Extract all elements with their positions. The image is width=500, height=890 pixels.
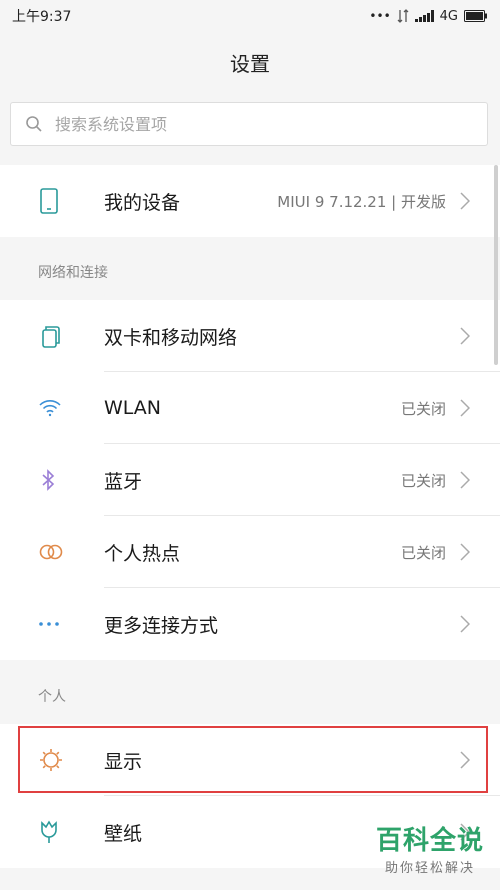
row-wlan[interactable]: WLAN 已关闭 [0, 372, 500, 444]
chevron-right-icon [460, 192, 470, 210]
row-label: WLAN [104, 397, 162, 419]
phone-device-icon [40, 188, 58, 214]
search-container [0, 92, 500, 158]
search-box[interactable] [10, 102, 488, 146]
display-brightness-icon [40, 749, 62, 771]
page-title: 设置 [230, 51, 270, 76]
row-label: 更多连接方式 [104, 614, 219, 637]
chevron-right-icon [460, 399, 470, 417]
wallpaper-tulip-icon [41, 820, 57, 843]
chevron-right-icon [460, 327, 470, 345]
row-dual-sim[interactable]: 双卡和移动网络 [0, 300, 500, 372]
page-title-bar: 设置 [0, 32, 500, 92]
network-type: 4G [439, 8, 458, 24]
device-value: MIUI 9 7.12.21 | 开发版 [277, 192, 446, 211]
row-label: 显示 [104, 750, 143, 773]
status-time: 上午9:37 [12, 9, 72, 25]
row-value: 已关闭 [400, 399, 446, 418]
row-hotspot[interactable]: 个人热点 已关闭 [0, 516, 500, 588]
row-label: 个人热点 [104, 542, 181, 565]
search-input[interactable] [55, 114, 473, 134]
device-card: 我的设备 MIUI 9 7.12.21 | 开发版 [0, 165, 500, 237]
chevron-right-icon [460, 615, 470, 633]
status-icons: ••• 4G [369, 9, 488, 24]
signal-strength-icon [414, 10, 434, 22]
notification-dots: ••• [369, 9, 391, 23]
hotspot-icon [39, 544, 63, 560]
row-value: 已关闭 [400, 471, 446, 490]
search-icon [26, 116, 42, 132]
row-label: 双卡和移动网络 [104, 326, 238, 349]
chevron-right-icon [460, 543, 470, 561]
bluetooth-icon [42, 469, 55, 491]
device-row[interactable]: 我的设备 MIUI 9 7.12.21 | 开发版 [0, 165, 500, 237]
status-bar: 上午9:37 ••• 4G [0, 0, 500, 32]
row-value: 已关闭 [400, 543, 446, 562]
watermark: 百科全说 助你轻松解决 [376, 820, 484, 876]
watermark-subtitle: 助你轻松解决 [384, 861, 475, 876]
sim-cards-icon [42, 326, 60, 348]
watermark-title: 百科全说 [375, 826, 484, 856]
row-bluetooth[interactable]: 蓝牙 已关闭 [0, 444, 500, 516]
chevron-right-icon [460, 471, 470, 489]
row-label: 蓝牙 [104, 470, 143, 493]
scrollbar[interactable] [494, 165, 498, 365]
section-header-network: 网络和连接 [0, 244, 500, 300]
section-header-personal: 个人 [0, 668, 500, 724]
battery-icon [464, 10, 487, 22]
section-title: 网络和连接 [38, 265, 108, 281]
section-network: 双卡和移动网络 WLAN 已关闭 蓝牙 已关闭 个人热点 已关闭 更多连接方式 [0, 300, 500, 660]
section-title: 个人 [38, 689, 66, 705]
chevron-right-icon [460, 751, 470, 769]
data-transfer-icon [397, 9, 409, 23]
row-display[interactable]: 显示 [0, 724, 500, 796]
wifi-icon [39, 400, 61, 417]
more-dots-icon [39, 622, 59, 626]
row-more-connections[interactable]: 更多连接方式 [0, 588, 500, 660]
device-label: 我的设备 [104, 191, 181, 214]
